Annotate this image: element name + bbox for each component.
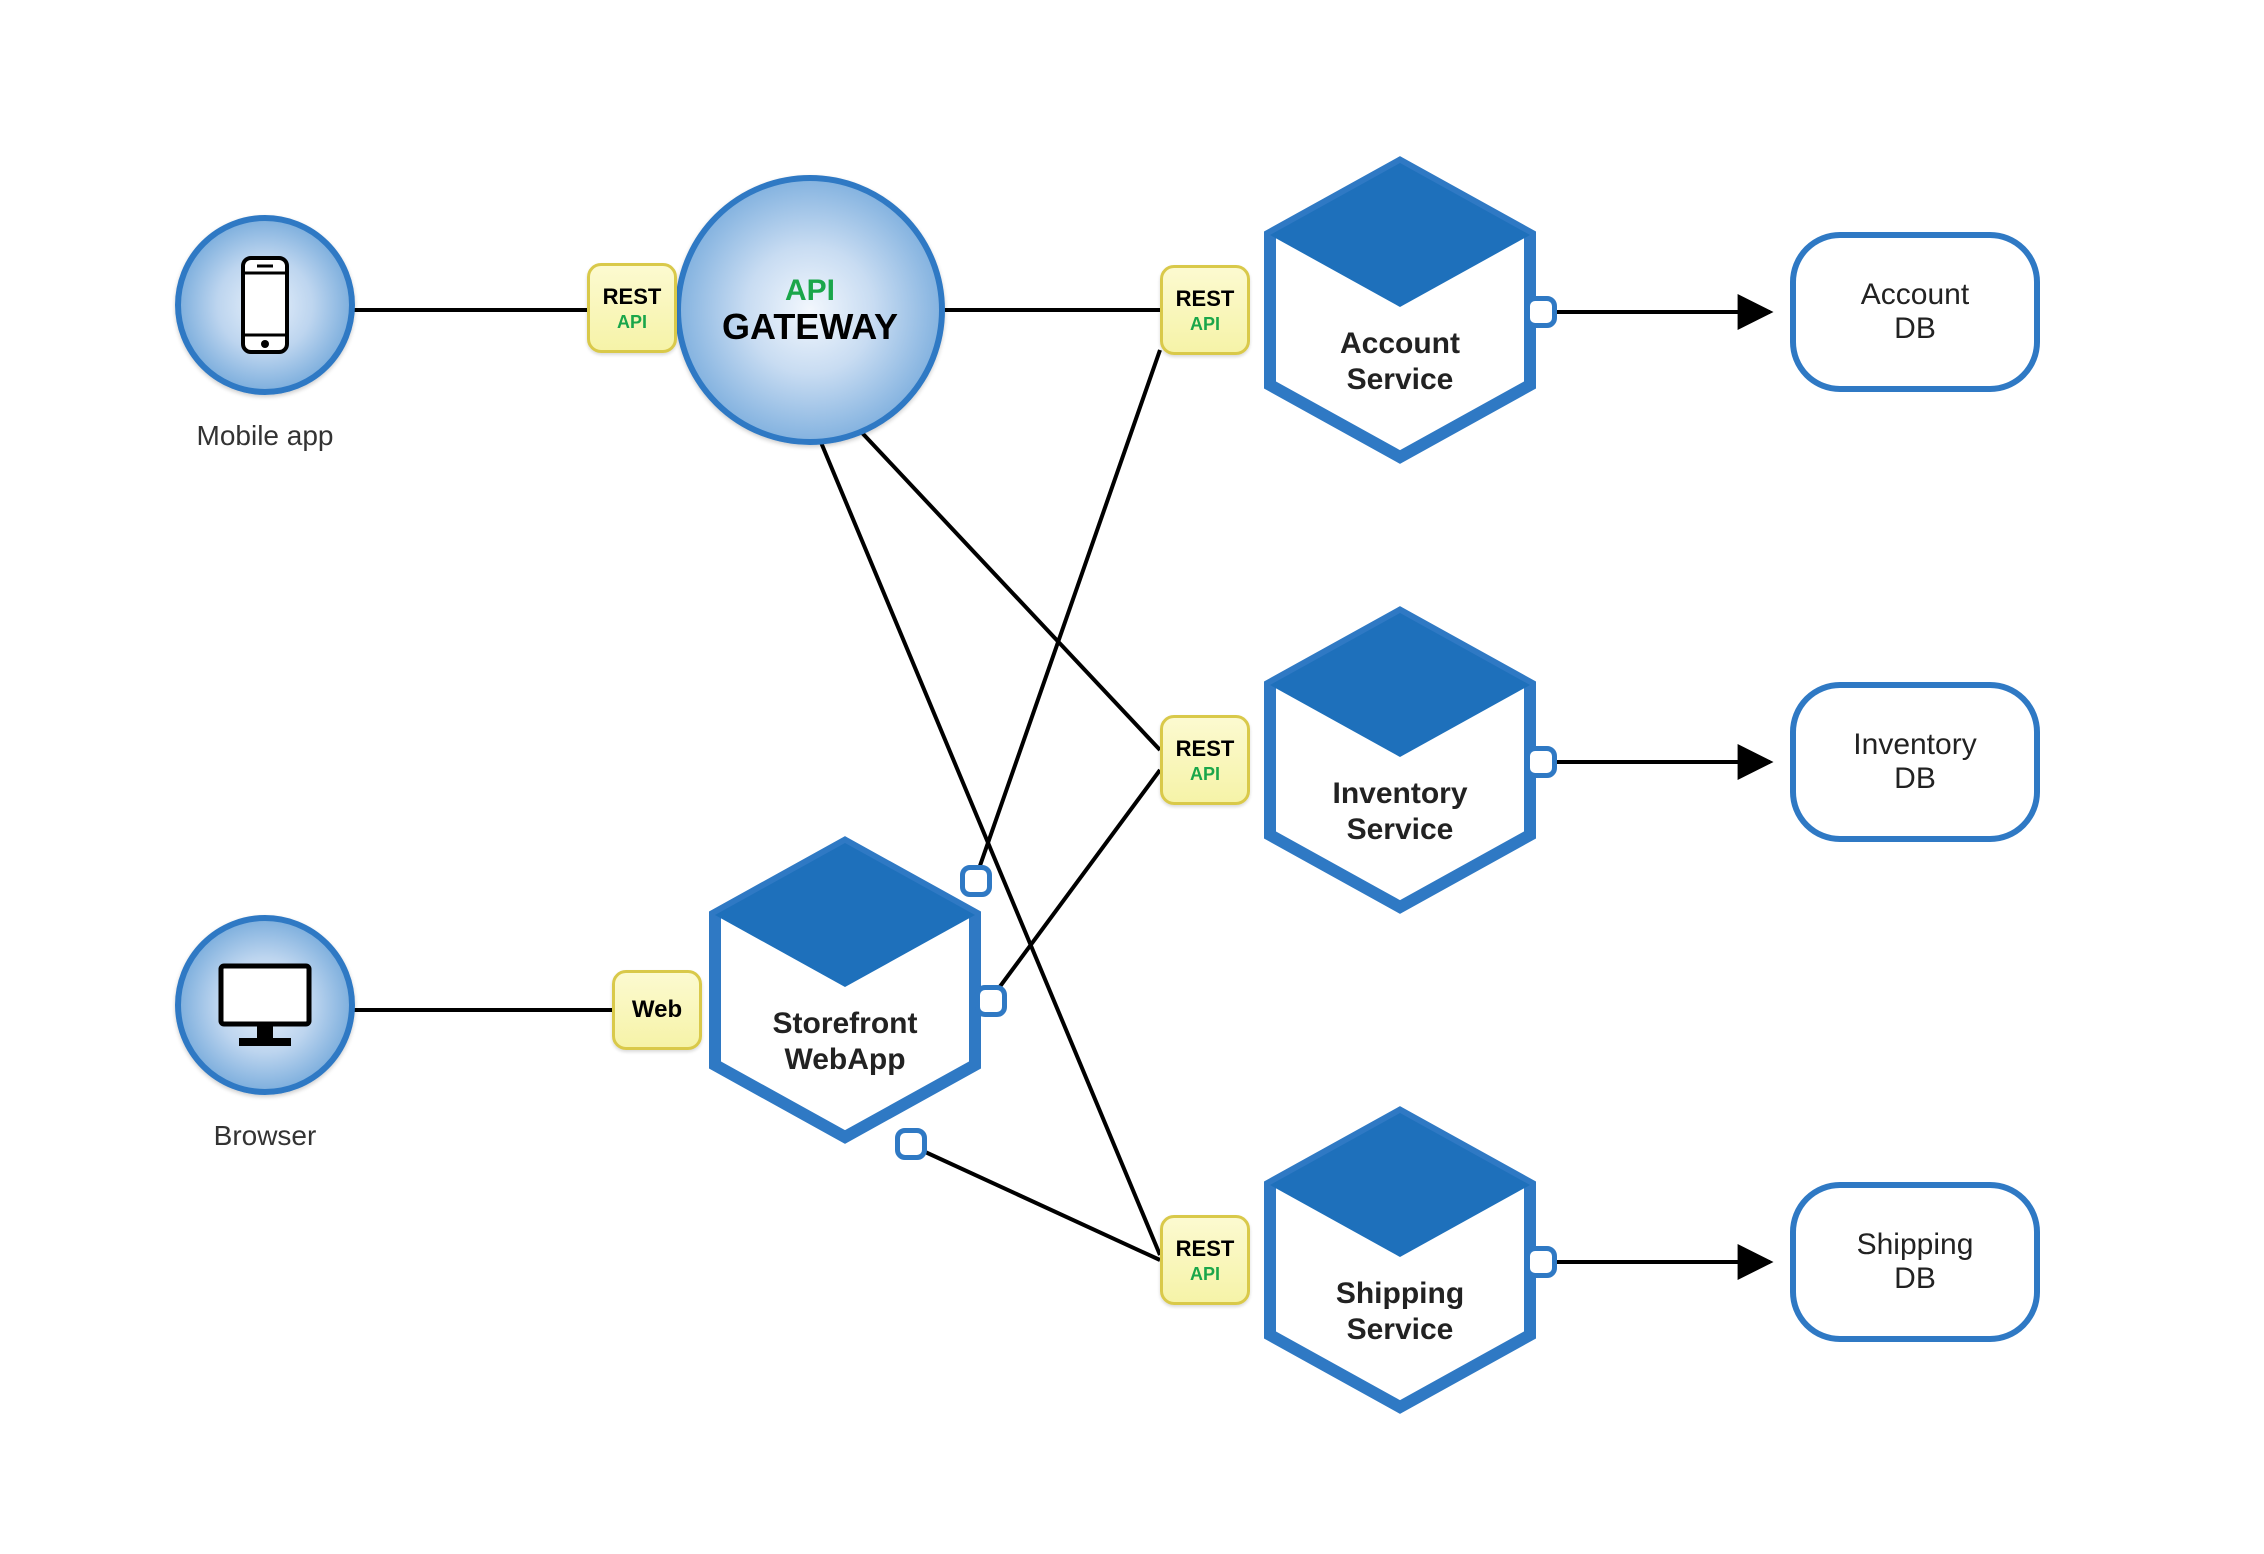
mobile-app-label: Mobile app [165,420,365,452]
inventory-line1: Inventory [1332,777,1467,810]
shipping-db-line2: DB [1894,1262,1936,1296]
rest-text: REST [1176,1236,1235,1262]
web-badge: Web [612,970,702,1050]
shipping-db: Shipping DB [1790,1182,2040,1342]
inventory-service-hex: Inventory Service [1260,605,1540,915]
api-text: API [1190,764,1220,785]
api-text: API [1190,314,1220,335]
monitor-icon [215,960,315,1050]
account-service-label: Account Service [1260,326,1540,398]
account-service-hex: Account Service [1260,155,1540,465]
rest-api-badge-gateway: REST API [587,263,677,353]
api-text: API [1190,1264,1220,1285]
api-gateway-node: API GATEWAY [675,175,945,445]
storefront-hex: Storefront WebApp [705,835,985,1145]
inventory-db-line2: DB [1894,762,1936,796]
rest-api-badge-shipping: REST API [1160,1215,1250,1305]
api-gateway-title-2: GATEWAY [722,307,898,347]
rest-text: REST [603,284,662,310]
port [960,865,992,897]
port [895,1128,927,1160]
account-db: Account DB [1790,232,2040,392]
rest-api-badge-account: REST API [1160,265,1250,355]
shipping-service-label: Shipping Service [1260,1276,1540,1348]
account-db-line1: Account [1861,278,1969,312]
storefront-label: Storefront WebApp [705,1006,985,1078]
web-badge-text: Web [632,996,682,1024]
inventory-service-label: Inventory Service [1260,776,1540,848]
api-gateway-title-1: API [785,274,835,307]
shipping-line1: Shipping [1336,1277,1464,1310]
port [975,985,1007,1017]
shipping-db-line1: Shipping [1857,1228,1974,1262]
shipping-line2: Service [1347,1313,1454,1346]
port [1525,1246,1557,1278]
mobile-app-node [175,215,355,395]
storefront-line2: WebApp [784,1043,905,1076]
phone-icon [235,255,295,355]
shipping-service-hex: Shipping Service [1260,1105,1540,1415]
architecture-diagram: Mobile app Browser API GATEWAY REST API … [0,0,2264,1554]
rest-text: REST [1176,736,1235,762]
storefront-line1: Storefront [773,1007,918,1040]
account-line2: Service [1347,363,1454,396]
browser-node [175,915,355,1095]
port [1525,296,1557,328]
port [1525,746,1557,778]
inventory-db-line1: Inventory [1853,728,1976,762]
account-db-line2: DB [1894,312,1936,346]
browser-label: Browser [165,1120,365,1152]
rest-api-badge-inventory: REST API [1160,715,1250,805]
inventory-line2: Service [1347,813,1454,846]
account-line1: Account [1340,327,1460,360]
api-text: API [617,312,647,333]
inventory-db: Inventory DB [1790,682,2040,842]
rest-text: REST [1176,286,1235,312]
